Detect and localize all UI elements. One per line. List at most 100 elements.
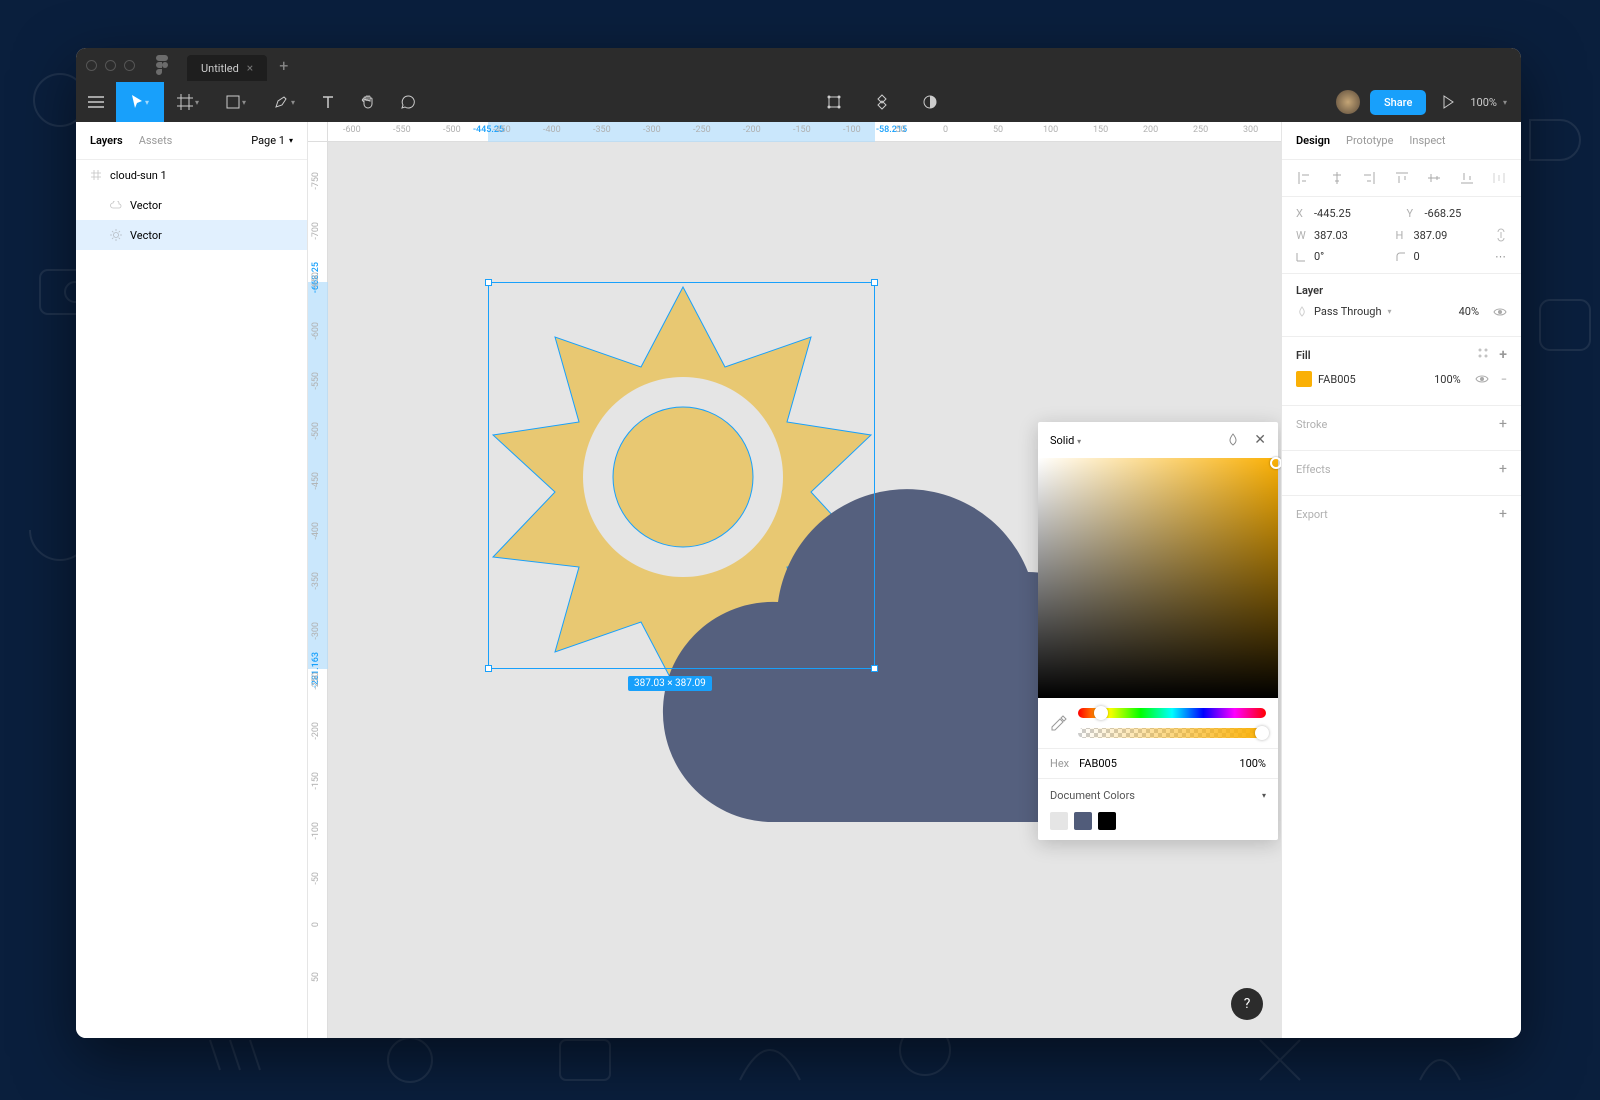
fill-section: Fill + FAB005 100% − — [1282, 337, 1521, 406]
selection-bounds[interactable] — [488, 282, 875, 669]
tab-title: Untitled — [201, 62, 239, 75]
window-controls[interactable] — [86, 60, 135, 71]
constrain-proportions-icon[interactable] — [1495, 228, 1507, 242]
pen-tool[interactable]: ▾ — [260, 82, 308, 122]
layers-panel: Layers Assets Page 1▾ cloud-sun 1 Vector… — [76, 122, 308, 1038]
swatch[interactable] — [1098, 812, 1116, 830]
frame-tool[interactable]: ▾ — [164, 82, 212, 122]
main-menu-button[interactable] — [76, 82, 116, 122]
layer-row-vector-selected[interactable]: Vector — [76, 220, 307, 250]
hex-input[interactable] — [1079, 757, 1139, 770]
present-button[interactable] — [1436, 82, 1460, 122]
window-titlebar: Untitled × + — [76, 48, 1521, 82]
sun-icon — [110, 229, 122, 241]
design-tab[interactable]: Design — [1296, 134, 1330, 147]
fill-visibility-icon[interactable] — [1475, 374, 1489, 384]
cursor-icon — [131, 94, 143, 110]
alpha-slider[interactable] — [1078, 728, 1266, 738]
assets-tab[interactable]: Assets — [139, 134, 173, 147]
hamburger-icon — [88, 96, 104, 108]
more-transform-icon[interactable]: ⋯ — [1495, 250, 1507, 263]
page-selector[interactable]: Page 1▾ — [251, 134, 293, 147]
x-input[interactable]: -445.25 — [1314, 207, 1397, 220]
canvas[interactable]: -445.25 -58.215 -600-550-500-450-400-350… — [308, 122, 1281, 1038]
close-dot[interactable] — [86, 60, 97, 71]
align-right-icon[interactable] — [1361, 170, 1377, 186]
zoom-level[interactable]: 100%▾ — [1470, 96, 1507, 109]
file-tab[interactable]: Untitled × — [187, 55, 267, 81]
w-input[interactable]: 387.03 — [1314, 229, 1386, 242]
rotation-input[interactable]: 0° — [1314, 250, 1386, 263]
alpha-value[interactable]: 100% — [1239, 757, 1266, 770]
layers-tab[interactable]: Layers — [90, 134, 123, 147]
eyedropper-icon[interactable] — [1050, 714, 1068, 732]
fill-opacity-input[interactable]: 100% — [1434, 373, 1461, 386]
alignment-controls — [1282, 160, 1521, 197]
swatch[interactable] — [1050, 812, 1068, 830]
cloud-icon — [110, 199, 122, 211]
align-left-icon[interactable] — [1296, 170, 1312, 186]
fill-hex-input[interactable]: FAB005 — [1318, 373, 1356, 386]
h-input[interactable]: 387.09 — [1414, 229, 1486, 242]
figma-logo-icon — [155, 55, 169, 75]
add-fill-icon[interactable]: + — [1499, 347, 1507, 363]
add-stroke-icon[interactable]: + — [1499, 416, 1507, 432]
y-input[interactable]: -668.25 — [1425, 207, 1508, 220]
share-button[interactable]: Share — [1370, 90, 1426, 115]
blend-mode-select[interactable]: Pass Through — [1314, 305, 1382, 318]
hand-tool[interactable] — [348, 82, 388, 122]
document-colors-select[interactable]: Document Colors▾ — [1050, 789, 1266, 802]
shape-tool[interactable]: ▾ — [212, 82, 260, 122]
align-top-icon[interactable] — [1394, 170, 1410, 186]
comment-tool[interactable] — [388, 82, 428, 122]
app-window: Untitled × + ▾ ▾ ▾ ▾ Share 100%▾ — [76, 48, 1521, 1038]
close-picker-icon[interactable]: ✕ — [1254, 432, 1266, 448]
layer-opacity-input[interactable]: 40% — [1459, 305, 1479, 318]
inspect-tab[interactable]: Inspect — [1409, 134, 1445, 147]
swatch[interactable] — [1074, 812, 1092, 830]
distribute-icon[interactable] — [1491, 170, 1507, 186]
diamond-icon — [874, 94, 890, 110]
design-panel: Design Prototype Inspect X-445.25 Y-668.… — [1281, 122, 1521, 1038]
hue-slider[interactable] — [1078, 708, 1266, 718]
color-picker: Solid ▾ ✕ Hex — [1038, 422, 1278, 840]
maximize-dot[interactable] — [124, 60, 135, 71]
fill-type-select[interactable]: Solid ▾ — [1050, 434, 1081, 447]
align-bottom-icon[interactable] — [1459, 170, 1475, 186]
pen-icon — [273, 94, 289, 110]
ruler-vertical: -668.25 -281.163 -750-700-650-600-550-50… — [308, 142, 328, 1038]
remove-fill-icon[interactable]: − — [1501, 373, 1507, 386]
layer-row-vector[interactable]: Vector — [76, 190, 307, 220]
mask-tool[interactable] — [862, 82, 902, 122]
blend-mode-icon[interactable] — [1226, 433, 1240, 447]
hand-icon — [360, 94, 376, 110]
minimize-dot[interactable] — [105, 60, 116, 71]
hex-mode-label[interactable]: Hex — [1050, 757, 1069, 770]
add-effect-icon[interactable]: + — [1499, 461, 1507, 477]
component-tool[interactable] — [814, 82, 854, 122]
align-hcenter-icon[interactable] — [1329, 170, 1345, 186]
text-tool[interactable] — [308, 82, 348, 122]
help-button[interactable]: ? — [1231, 988, 1263, 1020]
visibility-icon[interactable] — [1493, 307, 1507, 317]
rectangle-icon — [226, 95, 240, 109]
comment-icon — [400, 94, 416, 110]
export-section: Export+ — [1282, 496, 1521, 540]
radius-icon — [1396, 252, 1406, 262]
prototype-tab[interactable]: Prototype — [1346, 134, 1393, 147]
user-avatar[interactable] — [1336, 90, 1360, 114]
add-export-icon[interactable]: + — [1499, 506, 1507, 522]
boolean-tool[interactable] — [910, 82, 950, 122]
move-tool[interactable]: ▾ — [116, 82, 164, 122]
angle-icon — [1296, 252, 1306, 262]
fill-swatch[interactable] — [1296, 371, 1312, 387]
radius-input[interactable]: 0 — [1414, 250, 1486, 263]
ruler-origin — [308, 122, 328, 142]
close-tab-icon[interactable]: × — [247, 61, 253, 75]
align-vcenter-icon[interactable] — [1426, 170, 1442, 186]
add-tab-button[interactable]: + — [279, 56, 288, 75]
document-swatches — [1050, 812, 1266, 830]
saturation-value-area[interactable] — [1038, 458, 1278, 698]
layer-row-frame[interactable]: cloud-sun 1 — [76, 160, 307, 190]
style-icon[interactable] — [1477, 347, 1489, 359]
